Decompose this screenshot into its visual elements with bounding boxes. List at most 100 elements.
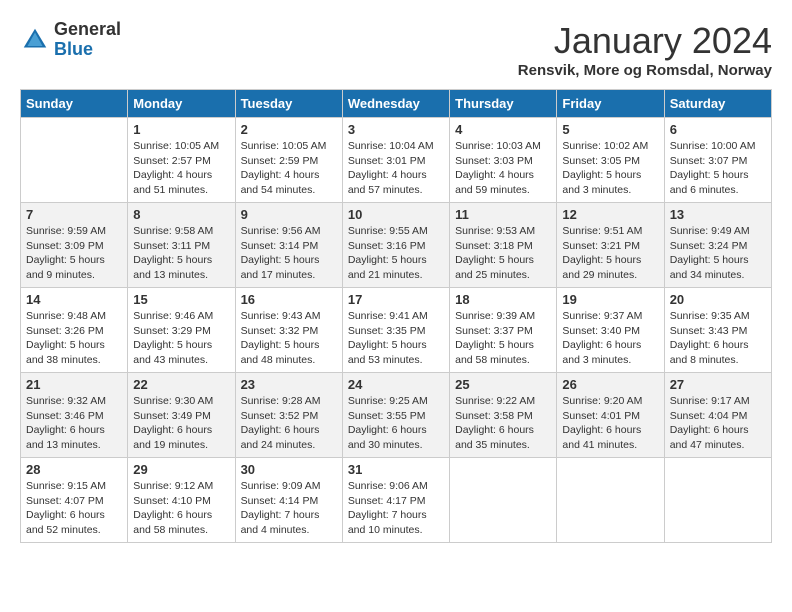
day-info: Sunrise: 9:22 AMSunset: 3:58 PMDaylight:… (455, 394, 551, 453)
calendar-cell: 2 Sunrise: 10:05 AMSunset: 2:59 PMDayligh… (235, 118, 342, 203)
calendar-cell: 22 Sunrise: 9:30 AMSunset: 3:49 PMDayligh… (128, 373, 235, 458)
day-info: Sunrise: 9:25 AMSunset: 3:55 PMDaylight:… (348, 394, 444, 453)
calendar-cell: 16Sunrise: 9:43 AMSunset: 3:32 PMDayligh… (235, 288, 342, 373)
calendar-cell: 8 Sunrise: 9:58 AMSunset: 3:11 PMDaylight… (128, 203, 235, 288)
day-number: 11 (455, 207, 551, 222)
col-header-thursday: Thursday (450, 90, 557, 118)
logo-blue-text: Blue (54, 40, 121, 60)
day-number: 19 (562, 292, 658, 307)
week-row-5: 28 Sunrise: 9:15 AMSunset: 4:07 PMDayligh… (21, 458, 772, 543)
day-info: Sunrise: 9:37 AMSunset: 3:40 PMDaylight:… (562, 309, 658, 368)
day-info: Sunrise: 9:46 AMSunset: 3:29 PMDaylight:… (133, 309, 229, 368)
day-number: 20 (670, 292, 766, 307)
calendar-cell: 26Sunrise: 9:20 AMSunset: 4:01 PMDayligh… (557, 373, 664, 458)
calendar-cell: 30 Sunrise: 9:09 AMSunset: 4:14 PMDayligh… (235, 458, 342, 543)
calendar-cell (664, 458, 771, 543)
calendar-cell (450, 458, 557, 543)
day-number: 27 (670, 377, 766, 392)
calendar-cell: 23Sunrise: 9:28 AMSunset: 3:52 PMDayligh… (235, 373, 342, 458)
calendar-cell: 17 Sunrise: 9:41 AMSunset: 3:35 PMDayligh… (342, 288, 449, 373)
day-info: Sunrise: 9:20 AMSunset: 4:01 PMDaylight:… (562, 394, 658, 453)
day-number: 6 (670, 122, 766, 137)
day-info: Sunrise: 9:30 AMSunset: 3:49 PMDaylight:… (133, 394, 229, 453)
page-header: General Blue January 2024 Rensvik, More … (20, 20, 772, 79)
col-header-monday: Monday (128, 90, 235, 118)
day-info: Sunrise: 9:17 AMSunset: 4:04 PMDaylight:… (670, 394, 766, 453)
calendar-table: SundayMondayTuesdayWednesdayThursdayFrid… (20, 89, 772, 543)
calendar-cell: 4 Sunrise: 10:03 AMSunset: 3:03 PMDayligh… (450, 118, 557, 203)
day-number: 12 (562, 207, 658, 222)
day-number: 17 (348, 292, 444, 307)
day-info: Sunrise: 9:49 AMSunset: 3:24 PMDaylight:… (670, 224, 766, 283)
logo-general-text: General (54, 20, 121, 40)
calendar-cell (557, 458, 664, 543)
calendar-cell: 6 Sunrise: 10:00 AMSunset: 3:07 PMDayligh… (664, 118, 771, 203)
day-info: Sunrise: 10:05 AMSunset: 2:57 PMDaylight… (133, 139, 229, 198)
day-number: 7 (26, 207, 122, 222)
col-header-wednesday: Wednesday (342, 90, 449, 118)
day-number: 22 (133, 377, 229, 392)
logo: General Blue (20, 20, 121, 60)
day-info: Sunrise: 9:56 AMSunset: 3:14 PMDaylight:… (241, 224, 337, 283)
day-info: Sunrise: 9:15 AMSunset: 4:07 PMDaylight:… (26, 479, 122, 538)
day-info: Sunrise: 9:51 AMSunset: 3:21 PMDaylight:… (562, 224, 658, 283)
day-number: 31 (348, 462, 444, 477)
day-number: 15 (133, 292, 229, 307)
day-number: 28 (26, 462, 122, 477)
day-number: 30 (241, 462, 337, 477)
calendar-cell: 27 Sunrise: 9:17 AMSunset: 4:04 PMDayligh… (664, 373, 771, 458)
day-number: 9 (241, 207, 337, 222)
calendar-cell: 12 Sunrise: 9:51 AMSunset: 3:21 PMDayligh… (557, 203, 664, 288)
day-number: 29 (133, 462, 229, 477)
day-number: 25 (455, 377, 551, 392)
calendar-cell: 11 Sunrise: 9:53 AMSunset: 3:18 PMDayligh… (450, 203, 557, 288)
header-row: SundayMondayTuesdayWednesdayThursdayFrid… (21, 90, 772, 118)
logo-text: General Blue (54, 20, 121, 60)
calendar-cell: 1 Sunrise: 10:05 AMSunset: 2:57 PMDayligh… (128, 118, 235, 203)
day-info: Sunrise: 9:41 AMSunset: 3:35 PMDaylight:… (348, 309, 444, 368)
day-info: Sunrise: 9:12 AMSunset: 4:10 PMDaylight:… (133, 479, 229, 538)
day-info: Sunrise: 10:04 AMSunset: 3:01 PMDaylight… (348, 139, 444, 198)
day-info: Sunrise: 9:55 AMSunset: 3:16 PMDaylight:… (348, 224, 444, 283)
calendar-cell: 31Sunrise: 9:06 AMSunset: 4:17 PMDayligh… (342, 458, 449, 543)
day-info: Sunrise: 9:53 AMSunset: 3:18 PMDaylight:… (455, 224, 551, 283)
day-number: 13 (670, 207, 766, 222)
calendar-cell: 15 Sunrise: 9:46 AMSunset: 3:29 PMDayligh… (128, 288, 235, 373)
week-row-4: 21Sunrise: 9:32 AMSunset: 3:46 PMDayligh… (21, 373, 772, 458)
calendar-cell (21, 118, 128, 203)
day-info: Sunrise: 9:35 AMSunset: 3:43 PMDaylight:… (670, 309, 766, 368)
calendar-cell: 3Sunrise: 10:04 AMSunset: 3:01 PMDayligh… (342, 118, 449, 203)
calendar-cell: 28 Sunrise: 9:15 AMSunset: 4:07 PMDayligh… (21, 458, 128, 543)
day-number: 4 (455, 122, 551, 137)
calendar-cell: 20 Sunrise: 9:35 AMSunset: 3:43 PMDayligh… (664, 288, 771, 373)
day-number: 8 (133, 207, 229, 222)
calendar-cell: 13 Sunrise: 9:49 AMSunset: 3:24 PMDayligh… (664, 203, 771, 288)
day-number: 5 (562, 122, 658, 137)
location: Rensvik, More og Romsdal, Norway (518, 62, 772, 79)
day-number: 1 (133, 122, 229, 137)
week-row-3: 14Sunrise: 9:48 AMSunset: 3:26 PMDayligh… (21, 288, 772, 373)
day-number: 2 (241, 122, 337, 137)
day-info: Sunrise: 10:02 AMSunset: 3:05 PMDaylight… (562, 139, 658, 198)
day-info: Sunrise: 9:58 AMSunset: 3:11 PMDaylight:… (133, 224, 229, 283)
calendar-cell: 25 Sunrise: 9:22 AMSunset: 3:58 PMDayligh… (450, 373, 557, 458)
day-info: Sunrise: 10:05 AMSunset: 2:59 PMDaylight… (241, 139, 337, 198)
week-row-2: 7Sunrise: 9:59 AMSunset: 3:09 PMDaylight… (21, 203, 772, 288)
week-row-1: 1 Sunrise: 10:05 AMSunset: 2:57 PMDayligh… (21, 118, 772, 203)
col-header-sunday: Sunday (21, 90, 128, 118)
day-info: Sunrise: 9:43 AMSunset: 3:32 PMDaylight:… (241, 309, 337, 368)
day-info: Sunrise: 9:09 AMSunset: 4:14 PMDaylight:… (241, 479, 337, 538)
day-number: 24 (348, 377, 444, 392)
month-title: January 2024 (518, 20, 772, 62)
calendar-cell: 7Sunrise: 9:59 AMSunset: 3:09 PMDaylight… (21, 203, 128, 288)
calendar-cell: 21Sunrise: 9:32 AMSunset: 3:46 PMDayligh… (21, 373, 128, 458)
day-info: Sunrise: 10:00 AMSunset: 3:07 PMDaylight… (670, 139, 766, 198)
day-number: 23 (241, 377, 337, 392)
calendar-cell: 24 Sunrise: 9:25 AMSunset: 3:55 PMDayligh… (342, 373, 449, 458)
day-info: Sunrise: 10:03 AMSunset: 3:03 PMDaylight… (455, 139, 551, 198)
col-header-saturday: Saturday (664, 90, 771, 118)
day-info: Sunrise: 9:32 AMSunset: 3:46 PMDaylight:… (26, 394, 122, 453)
logo-icon (20, 25, 50, 55)
calendar-cell: 19 Sunrise: 9:37 AMSunset: 3:40 PMDayligh… (557, 288, 664, 373)
calendar-cell: 14Sunrise: 9:48 AMSunset: 3:26 PMDayligh… (21, 288, 128, 373)
